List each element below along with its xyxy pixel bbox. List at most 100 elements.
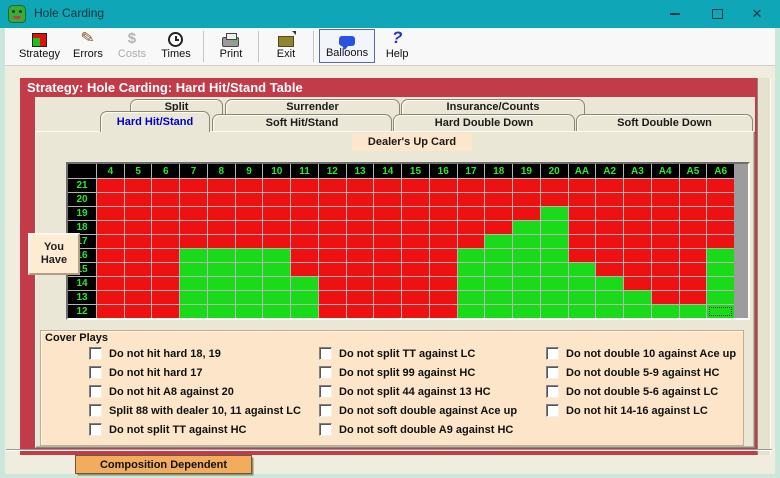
- grid-cell-20-a5[interactable]: [680, 193, 707, 206]
- grid-cell-13-a2[interactable]: [596, 291, 623, 304]
- grid-cell-21-6[interactable]: [152, 179, 179, 192]
- grid-cell-21-5[interactable]: [125, 179, 152, 192]
- grid-cell-17-7[interactable]: [180, 235, 207, 248]
- grid-cell-18-10[interactable]: [263, 221, 290, 234]
- grid-cell-21-9[interactable]: [236, 179, 263, 192]
- grid-cell-19-6[interactable]: [152, 207, 179, 220]
- checkbox-do-not-split-44-against-13-hc[interactable]: [319, 385, 332, 398]
- grid-cell-19-12[interactable]: [319, 207, 346, 220]
- grid-cell-14-17[interactable]: [458, 277, 485, 290]
- minimize-button[interactable]: [658, 0, 692, 28]
- grid-cell-16-4[interactable]: [97, 249, 124, 262]
- grid-cell-14-7[interactable]: [180, 277, 207, 290]
- grid-cell-17-6[interactable]: [152, 235, 179, 248]
- grid-cell-19-17[interactable]: [458, 207, 485, 220]
- grid-cell-21-8[interactable]: [208, 179, 235, 192]
- grid-cell-14-18[interactable]: [485, 277, 512, 290]
- grid-cell-17-10[interactable]: [263, 235, 290, 248]
- grid-cell-15-6[interactable]: [152, 263, 179, 276]
- grid-cell-14-4[interactable]: [97, 277, 124, 290]
- grid-cell-19-20[interactable]: [541, 207, 568, 220]
- grid-cell-15-10[interactable]: [263, 263, 290, 276]
- checkbox-do-not-split-tt-against-lc[interactable]: [319, 347, 332, 360]
- grid-cell-18-20[interactable]: [541, 221, 568, 234]
- grid-cell-13-9[interactable]: [236, 291, 263, 304]
- composition-dependent-button[interactable]: Composition Dependent: [75, 455, 252, 474]
- grid-cell-12-18[interactable]: [485, 305, 512, 318]
- grid-cell-12-a5[interactable]: [680, 305, 707, 318]
- grid-cell-13-a6[interactable]: [707, 291, 734, 304]
- grid-cell-19-a3[interactable]: [624, 207, 651, 220]
- checkbox-do-not-split-99-against-hc[interactable]: [319, 366, 332, 379]
- grid-cell-13-6[interactable]: [152, 291, 179, 304]
- grid-cell-19-9[interactable]: [236, 207, 263, 220]
- grid-cell-16-5[interactable]: [125, 249, 152, 262]
- toolbar-button-times[interactable]: Times: [154, 29, 198, 63]
- grid-cell-13-16[interactable]: [430, 291, 457, 304]
- checkbox-split-88-with-dealer-10-11-against-lc[interactable]: [89, 404, 102, 417]
- grid-cell-13-20[interactable]: [541, 291, 568, 304]
- grid-cell-14-20[interactable]: [541, 277, 568, 290]
- grid-cell-20-9[interactable]: [236, 193, 263, 206]
- grid-cell-14-6[interactable]: [152, 277, 179, 290]
- tab-soft-double-down[interactable]: Soft Double Down: [576, 114, 753, 131]
- checkbox-do-not-hit-hard-18-19[interactable]: [89, 347, 102, 360]
- grid-cell-21-aa[interactable]: [569, 179, 596, 192]
- grid-cell-12-15[interactable]: [402, 305, 429, 318]
- grid-cell-21-a3[interactable]: [624, 179, 651, 192]
- grid-cell-18-a6[interactable]: [707, 221, 734, 234]
- grid-cell-15-a3[interactable]: [624, 263, 651, 276]
- grid-cell-21-11[interactable]: [291, 179, 318, 192]
- grid-cell-16-a2[interactable]: [596, 249, 623, 262]
- grid-cell-20-11[interactable]: [291, 193, 318, 206]
- grid-cell-19-19[interactable]: [513, 207, 540, 220]
- grid-cell-17-a3[interactable]: [624, 235, 651, 248]
- grid-cell-19-5[interactable]: [125, 207, 152, 220]
- grid-cell-17-18[interactable]: [485, 235, 512, 248]
- grid-cell-20-aa[interactable]: [569, 193, 596, 206]
- grid-cell-13-7[interactable]: [180, 291, 207, 304]
- grid-cell-21-4[interactable]: [97, 179, 124, 192]
- grid-cell-19-8[interactable]: [208, 207, 235, 220]
- grid-cell-16-a3[interactable]: [624, 249, 651, 262]
- grid-cell-19-aa[interactable]: [569, 207, 596, 220]
- grid-cell-17-5[interactable]: [125, 235, 152, 248]
- grid-cell-21-14[interactable]: [374, 179, 401, 192]
- toolbar-button-print[interactable]: Print: [209, 29, 253, 63]
- grid-cell-20-a2[interactable]: [596, 193, 623, 206]
- grid-cell-12-13[interactable]: [347, 305, 374, 318]
- tab-soft-hit-stand[interactable]: Soft Hit/Stand: [212, 114, 392, 131]
- grid-cell-17-14[interactable]: [374, 235, 401, 248]
- grid-cell-15-9[interactable]: [236, 263, 263, 276]
- grid-cell-18-aa[interactable]: [569, 221, 596, 234]
- tab-surrender[interactable]: Surrender: [225, 99, 400, 114]
- grid-cell-19-a5[interactable]: [680, 207, 707, 220]
- grid-cell-17-15[interactable]: [402, 235, 429, 248]
- grid-cell-16-aa[interactable]: [569, 249, 596, 262]
- grid-cell-17-17[interactable]: [458, 235, 485, 248]
- toolbar-button-errors[interactable]: Errors: [66, 29, 110, 63]
- grid-cell-17-a2[interactable]: [596, 235, 623, 248]
- grid-cell-14-8[interactable]: [208, 277, 235, 290]
- grid-cell-14-19[interactable]: [513, 277, 540, 290]
- grid-cell-21-17[interactable]: [458, 179, 485, 192]
- grid-cell-17-a6[interactable]: [707, 235, 734, 248]
- grid-cell-12-8[interactable]: [208, 305, 235, 318]
- grid-cell-20-7[interactable]: [180, 193, 207, 206]
- grid-cell-20-a3[interactable]: [624, 193, 651, 206]
- grid-cell-19-a6[interactable]: [707, 207, 734, 220]
- grid-cell-17-20[interactable]: [541, 235, 568, 248]
- grid-cell-12-4[interactable]: [97, 305, 124, 318]
- grid-cell-12-5[interactable]: [125, 305, 152, 318]
- grid-cell-18-4[interactable]: [97, 221, 124, 234]
- grid-cell-20-20[interactable]: [541, 193, 568, 206]
- grid-cell-18-6[interactable]: [152, 221, 179, 234]
- grid-cell-19-a4[interactable]: [652, 207, 679, 220]
- grid-cell-14-10[interactable]: [263, 277, 290, 290]
- grid-cell-15-13[interactable]: [347, 263, 374, 276]
- checkbox-do-not-soft-double-against-ace-up[interactable]: [319, 404, 332, 417]
- grid-cell-16-20[interactable]: [541, 249, 568, 262]
- grid-cell-18-13[interactable]: [347, 221, 374, 234]
- checkbox-do-not-hit-14-16-against-lc[interactable]: [546, 404, 559, 417]
- grid-cell-14-aa[interactable]: [569, 277, 596, 290]
